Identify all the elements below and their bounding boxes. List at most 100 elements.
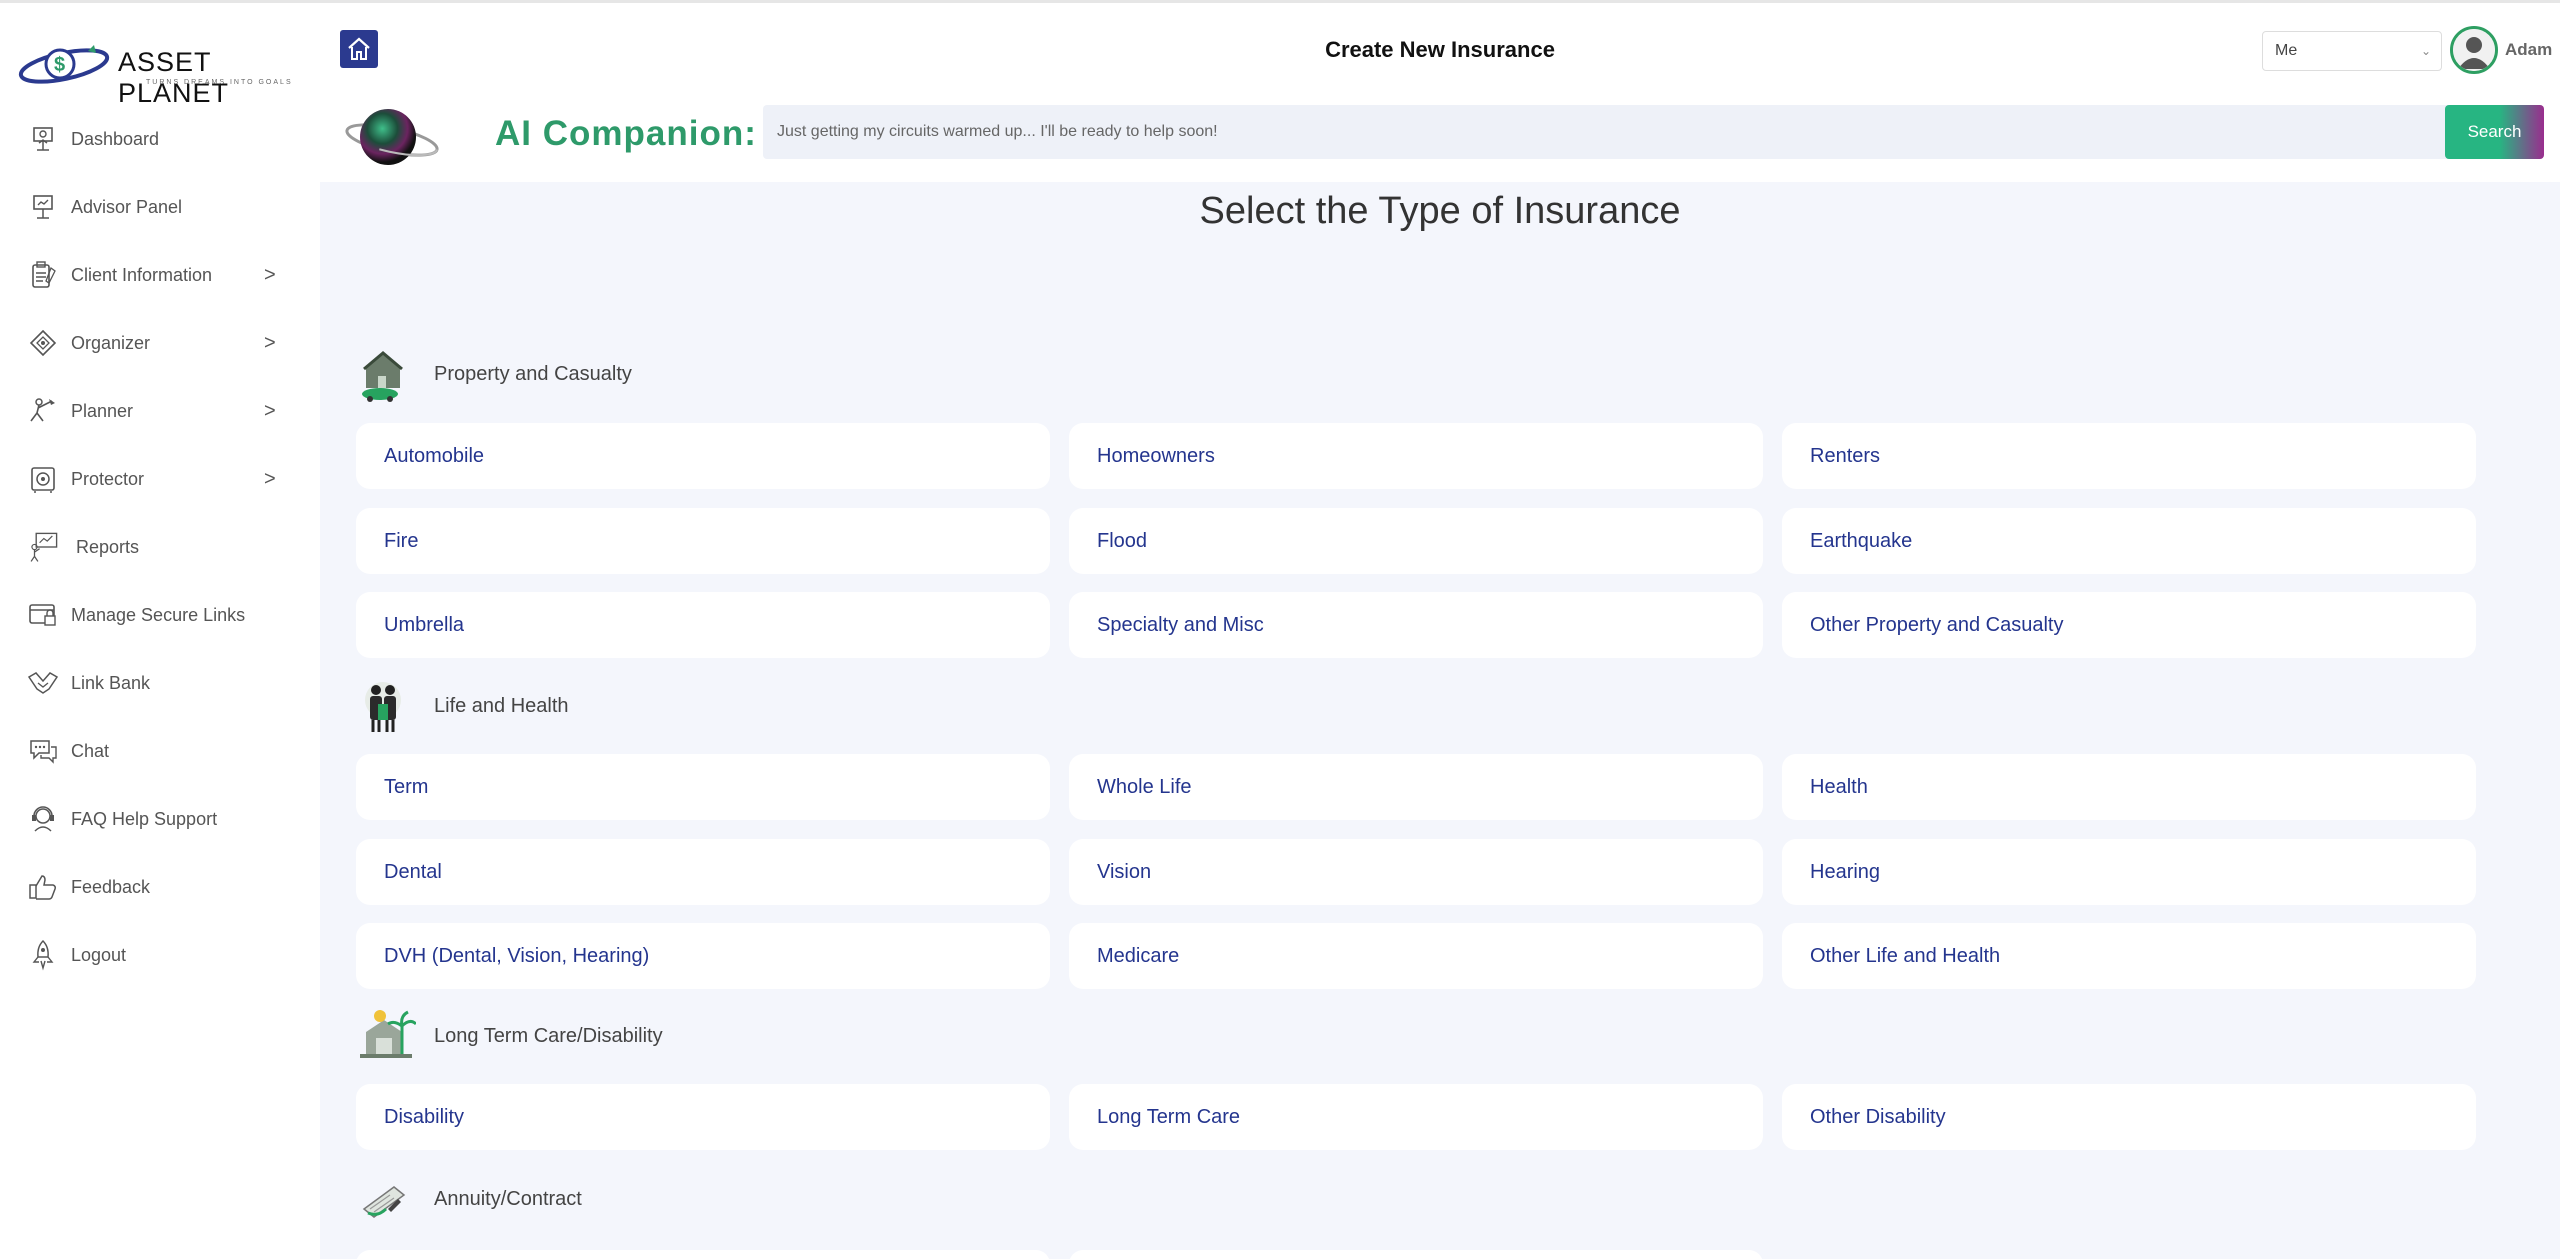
annuity-contract-icon — [358, 1169, 408, 1229]
planet-logo-icon: $ — [18, 45, 110, 84]
sidebar-item-label: Client Information — [71, 264, 213, 285]
insurance-card-partial[interactable] — [1069, 1250, 1763, 1259]
avatar[interactable] — [2450, 26, 2498, 74]
sidebar-item-label: Advisor Panel — [71, 196, 183, 217]
page-title: Create New Insurance — [1325, 37, 1555, 62]
member-select-value: Me — [2275, 42, 2298, 59]
user-avatar-icon — [2453, 29, 2495, 71]
sidebar-item-organizer[interactable]: Organizer > — [0, 309, 320, 377]
sidebar-item-label: Logout — [71, 944, 127, 965]
insurance-card-automobile[interactable]: Automobile — [356, 423, 1050, 489]
property-casualty-icon — [358, 344, 408, 404]
sidebar-item-manage-secure-links[interactable]: Manage Secure Links — [0, 581, 320, 649]
advisor-panel-icon — [26, 190, 60, 224]
section-property-casualty: Property and Casualty — [358, 344, 632, 404]
insurance-card-earthquake[interactable]: Earthquake — [1782, 508, 2476, 574]
sidebar-item-label: Manage Secure Links — [71, 604, 246, 625]
sidebar-item-label: Protector — [71, 468, 145, 489]
main-heading: Select the Type of Insurance — [1199, 190, 1681, 232]
sidebar-item-planner[interactable]: Planner > — [0, 377, 320, 445]
sidebar-item-dashboard[interactable]: Dashboard — [0, 105, 320, 173]
insurance-card-long-term-care[interactable]: Long Term Care — [1069, 1084, 1763, 1150]
secure-links-icon — [26, 598, 60, 632]
insurance-card-umbrella[interactable]: Umbrella — [356, 592, 1050, 658]
link-bank-icon — [26, 666, 60, 700]
sidebar-item-chat[interactable]: Chat — [0, 717, 320, 785]
brand-name: ASSET PLANET — [118, 47, 230, 108]
faq-icon — [26, 802, 60, 836]
insurance-card-renters[interactable]: Renters — [1782, 423, 2476, 489]
section-label: Life and Health — [434, 694, 569, 717]
sidebar-item-label: Dashboard — [71, 128, 160, 149]
protector-icon — [26, 462, 60, 496]
chevron-right-icon: > — [264, 467, 276, 490]
life-health-icon — [358, 676, 408, 736]
home-icon — [348, 37, 370, 60]
sidebar-item-link-bank[interactable]: Link Bank — [0, 649, 320, 717]
insurance-card-hearing[interactable]: Hearing — [1782, 839, 2476, 905]
sidebar-item-reports[interactable]: Reports — [0, 513, 320, 581]
brand-logo[interactable]: $ ASSET PLANET TURNS DREAMS INTO GOALS — [18, 39, 308, 108]
organizer-icon — [26, 326, 60, 360]
insurance-card-flood[interactable]: Flood — [1069, 508, 1763, 574]
home-button[interactable] — [340, 30, 378, 68]
insurance-card-health[interactable]: Health — [1782, 754, 2476, 820]
chevron-down-icon: ⌄ — [2420, 44, 2431, 58]
insurance-card-fire[interactable]: Fire — [356, 508, 1050, 574]
sidebar-nav: Dashboard Advisor Panel Client Informati… — [0, 105, 320, 989]
chevron-right-icon: > — [264, 263, 276, 286]
section-label: Long Term Care/Disability — [434, 1024, 663, 1047]
section-annuity-contract: Annuity/Contract — [358, 1169, 582, 1229]
user-name: Adam — [2505, 40, 2553, 59]
section-label: Annuity/Contract — [434, 1187, 582, 1210]
top-header: Create New Insurance Me ⌄ Adam — [320, 3, 2560, 103]
sidebar-item-label: Organizer — [71, 332, 151, 353]
insurance-card-homeowners[interactable]: Homeowners — [1069, 423, 1763, 489]
client-information-icon — [26, 258, 60, 292]
member-select[interactable]: Me ⌄ — [2262, 31, 2442, 71]
insurance-card-other-life-health[interactable]: Other Life and Health — [1782, 923, 2476, 989]
ai-companion-label: AI Companion: — [495, 114, 757, 153]
ai-companion-bar: AI Companion: Search — [320, 100, 2560, 182]
section-life-health: Life and Health — [358, 676, 569, 736]
insurance-card-term[interactable]: Term — [356, 754, 1050, 820]
sidebar-item-label: Reports — [76, 536, 140, 557]
insurance-card-whole-life[interactable]: Whole Life — [1069, 754, 1763, 820]
logout-icon — [26, 938, 60, 972]
insurance-card-other-property-casualty[interactable]: Other Property and Casualty — [1782, 592, 2476, 658]
chat-icon — [26, 734, 60, 768]
section-long-term-care-disability: Long Term Care/Disability — [356, 1006, 663, 1066]
dashboard-icon — [26, 122, 60, 156]
sidebar: $ ASSET PLANET TURNS DREAMS INTO GOALS D… — [0, 3, 320, 1259]
sidebar-item-logout[interactable]: Logout — [0, 921, 320, 989]
sidebar-item-label: Feedback — [71, 876, 151, 897]
sidebar-item-label: FAQ Help Support — [71, 808, 218, 829]
sidebar-item-protector[interactable]: Protector > — [0, 445, 320, 513]
sidebar-item-advisor-panel[interactable]: Advisor Panel — [0, 173, 320, 241]
insurance-card-dvh[interactable]: DVH (Dental, Vision, Hearing) — [356, 923, 1050, 989]
insurance-card-other-disability[interactable]: Other Disability — [1782, 1084, 2476, 1150]
insurance-card-disability[interactable]: Disability — [356, 1084, 1050, 1150]
ai-search-button[interactable]: Search — [2445, 105, 2544, 159]
sidebar-item-label: Planner — [71, 400, 134, 421]
insurance-card-specialty-misc[interactable]: Specialty and Misc — [1069, 592, 1763, 658]
main-content: Select the Type of Insurance Property an… — [320, 182, 2560, 1259]
long-term-care-icon — [356, 1006, 418, 1066]
insurance-card-partial[interactable] — [356, 1250, 1050, 1259]
sidebar-item-client-information[interactable]: Client Information > — [0, 241, 320, 309]
sidebar-item-feedback[interactable]: Feedback — [0, 853, 320, 921]
insurance-card-medicare[interactable]: Medicare — [1069, 923, 1763, 989]
insurance-card-vision[interactable]: Vision — [1069, 839, 1763, 905]
feedback-icon — [26, 870, 60, 904]
ai-search-input[interactable] — [763, 105, 2475, 159]
sidebar-item-label: Chat — [71, 740, 110, 761]
chevron-right-icon: > — [264, 331, 276, 354]
sidebar-item-label: Link Bank — [71, 672, 151, 693]
planner-icon — [26, 394, 60, 428]
insurance-card-dental[interactable]: Dental — [356, 839, 1050, 905]
sidebar-item-faq-help-support[interactable]: FAQ Help Support — [0, 785, 320, 853]
brand-tagline: TURNS DREAMS INTO GOALS — [146, 79, 293, 86]
ai-globe-icon — [340, 100, 440, 175]
svg-text:$: $ — [54, 54, 65, 76]
section-label: Property and Casualty — [434, 362, 632, 385]
